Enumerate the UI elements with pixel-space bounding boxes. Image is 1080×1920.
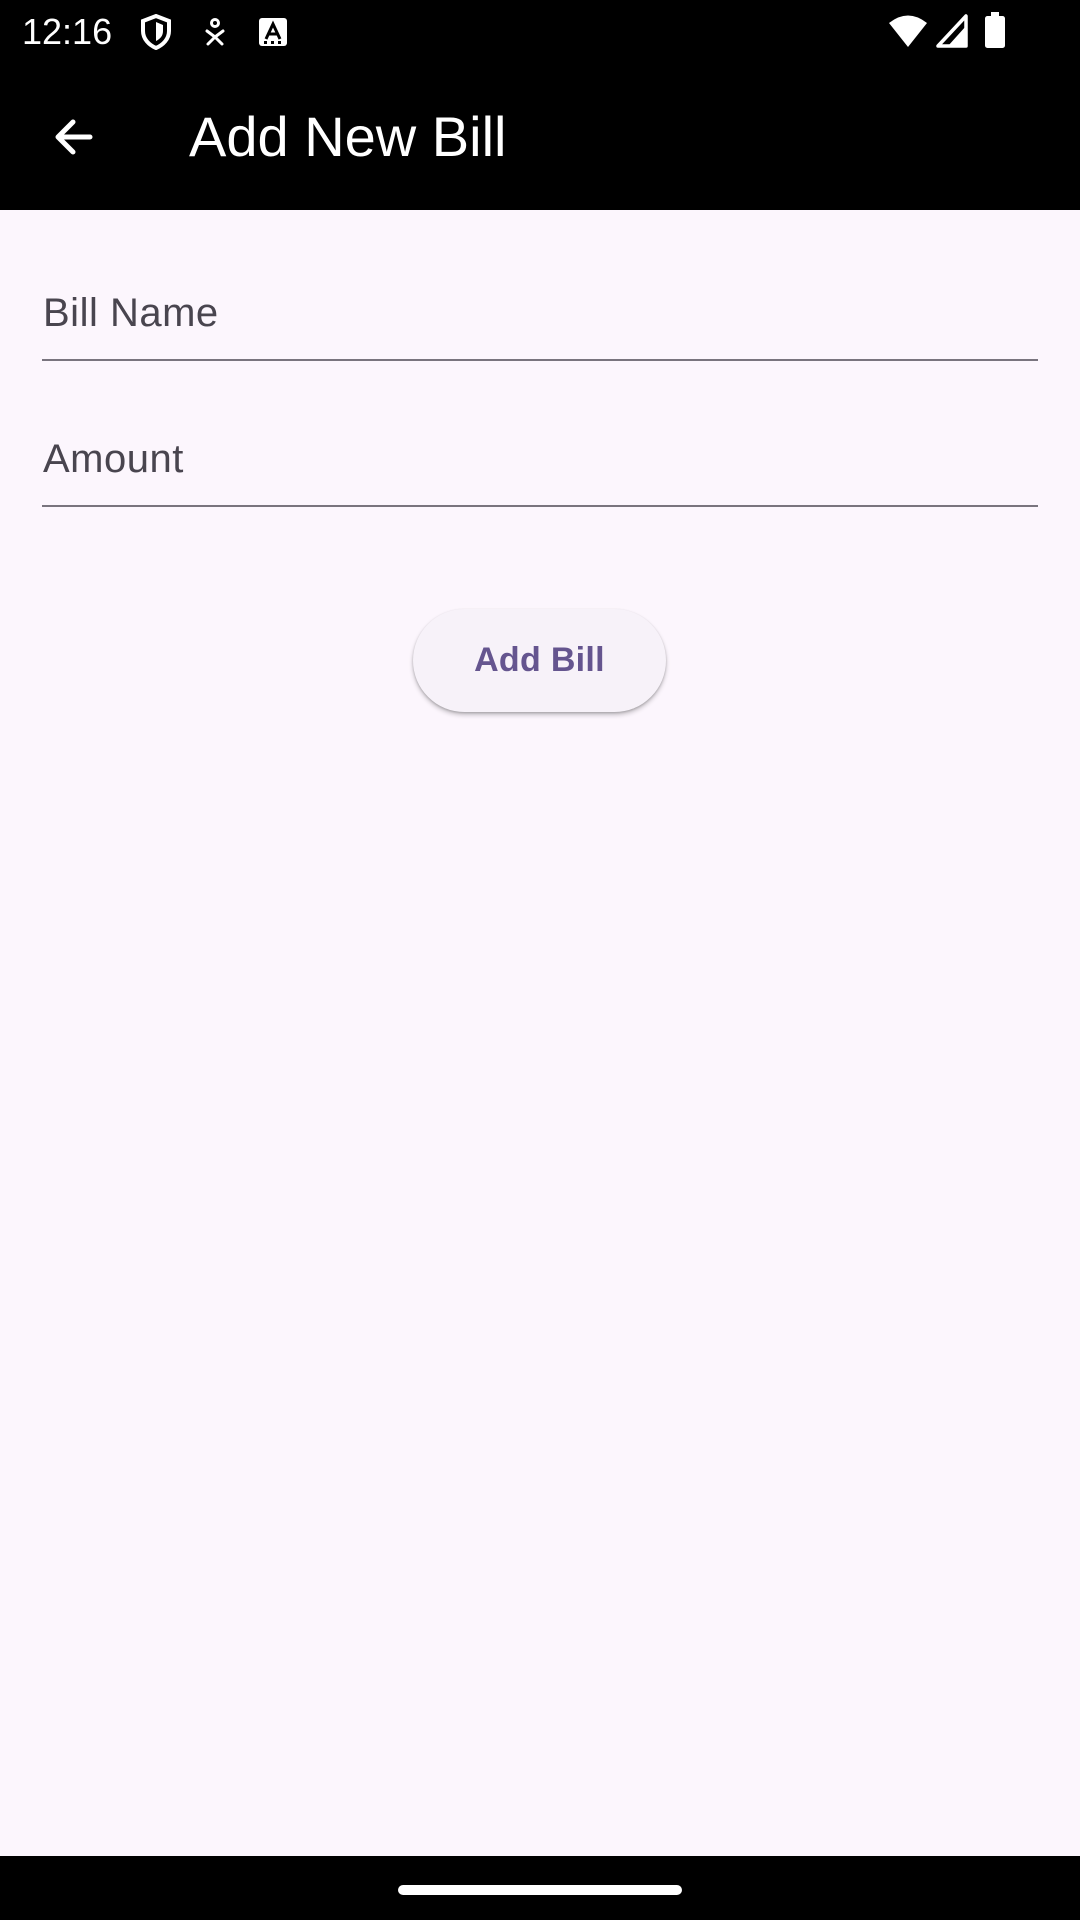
status-bar: 12:16 bbox=[0, 0, 1080, 64]
app-bar: Add New Bill bbox=[0, 64, 1080, 210]
amount-input[interactable] bbox=[42, 415, 1038, 505]
bill-name-field[interactable]: Bill Name bbox=[42, 269, 1038, 361]
back-button[interactable] bbox=[28, 99, 118, 175]
accessibility-icon bbox=[205, 18, 225, 46]
status-time: 12:16 bbox=[22, 11, 113, 52]
add-bill-form: Bill Name Amount Add Bill bbox=[0, 210, 1080, 1856]
arrow-back-icon bbox=[55, 119, 93, 155]
navigation-bar bbox=[0, 1856, 1080, 1920]
wifi-icon bbox=[889, 15, 927, 47]
home-handle[interactable] bbox=[398, 1885, 682, 1895]
add-bill-button[interactable]: Add Bill bbox=[413, 609, 666, 712]
bill-name-input[interactable] bbox=[42, 269, 1038, 359]
signal-icon bbox=[936, 14, 968, 48]
keyboard-a-icon bbox=[259, 18, 287, 46]
shield-icon bbox=[141, 14, 171, 50]
amount-field[interactable]: Amount bbox=[42, 415, 1038, 507]
battery-icon bbox=[985, 12, 1005, 48]
page-title: Add New Bill bbox=[189, 105, 507, 168]
